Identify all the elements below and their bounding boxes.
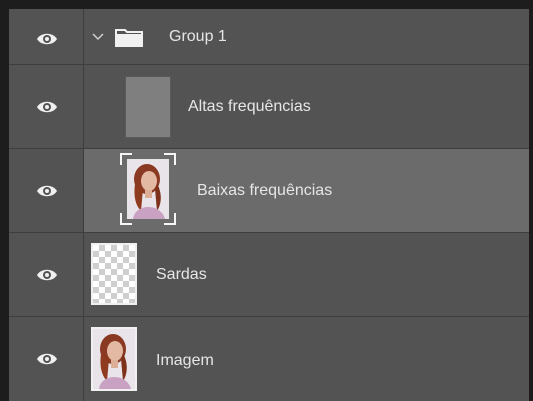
layer-name: Sardas (156, 266, 207, 283)
layers-panel: Group 1 Altas frequências Baixas frequên… (0, 0, 533, 401)
visibility-column (9, 9, 84, 64)
portrait-image (93, 329, 135, 389)
layer-content: Baixas frequências (84, 149, 529, 232)
transparent-thumbnail (91, 243, 137, 305)
eye-icon[interactable] (36, 267, 58, 283)
eye-icon[interactable] (36, 31, 58, 47)
layer-content: Altas frequências (84, 65, 529, 148)
visibility-column (9, 65, 84, 148)
layer-thumbnail (125, 76, 171, 138)
eye-icon[interactable] (36, 99, 58, 115)
layer-name: Group 1 (169, 28, 227, 45)
layer-name: Imagem (156, 352, 214, 369)
smart-object-thumbnail (120, 153, 176, 225)
portrait-image (127, 159, 169, 219)
eye-icon[interactable] (36, 351, 58, 367)
layer-content: Group 1 (84, 9, 529, 64)
layer-row-group-1[interactable]: Group 1 (9, 9, 529, 65)
layer-name: Baixas frequências (197, 182, 333, 199)
layer-content: Sardas (84, 233, 529, 316)
layer-row-imagem[interactable]: Imagem (9, 317, 529, 401)
visibility-column (9, 149, 84, 232)
layer-row-altas-frequencias[interactable]: Altas frequências (9, 65, 529, 149)
folder-icon (115, 29, 143, 47)
chevron-down-icon[interactable] (92, 33, 104, 41)
layer-content: Imagem (84, 317, 529, 401)
visibility-column (9, 233, 84, 316)
layers-list: Group 1 Altas frequências Baixas frequên… (9, 9, 529, 401)
eye-icon[interactable] (36, 183, 58, 199)
layer-thumbnail (91, 327, 137, 391)
panel-edge (529, 9, 533, 400)
layer-row-baixas-frequencias[interactable]: Baixas frequências (9, 149, 529, 233)
visibility-column (9, 317, 84, 401)
layer-row-sardas[interactable]: Sardas (9, 233, 529, 317)
layer-name: Altas frequências (188, 98, 311, 115)
